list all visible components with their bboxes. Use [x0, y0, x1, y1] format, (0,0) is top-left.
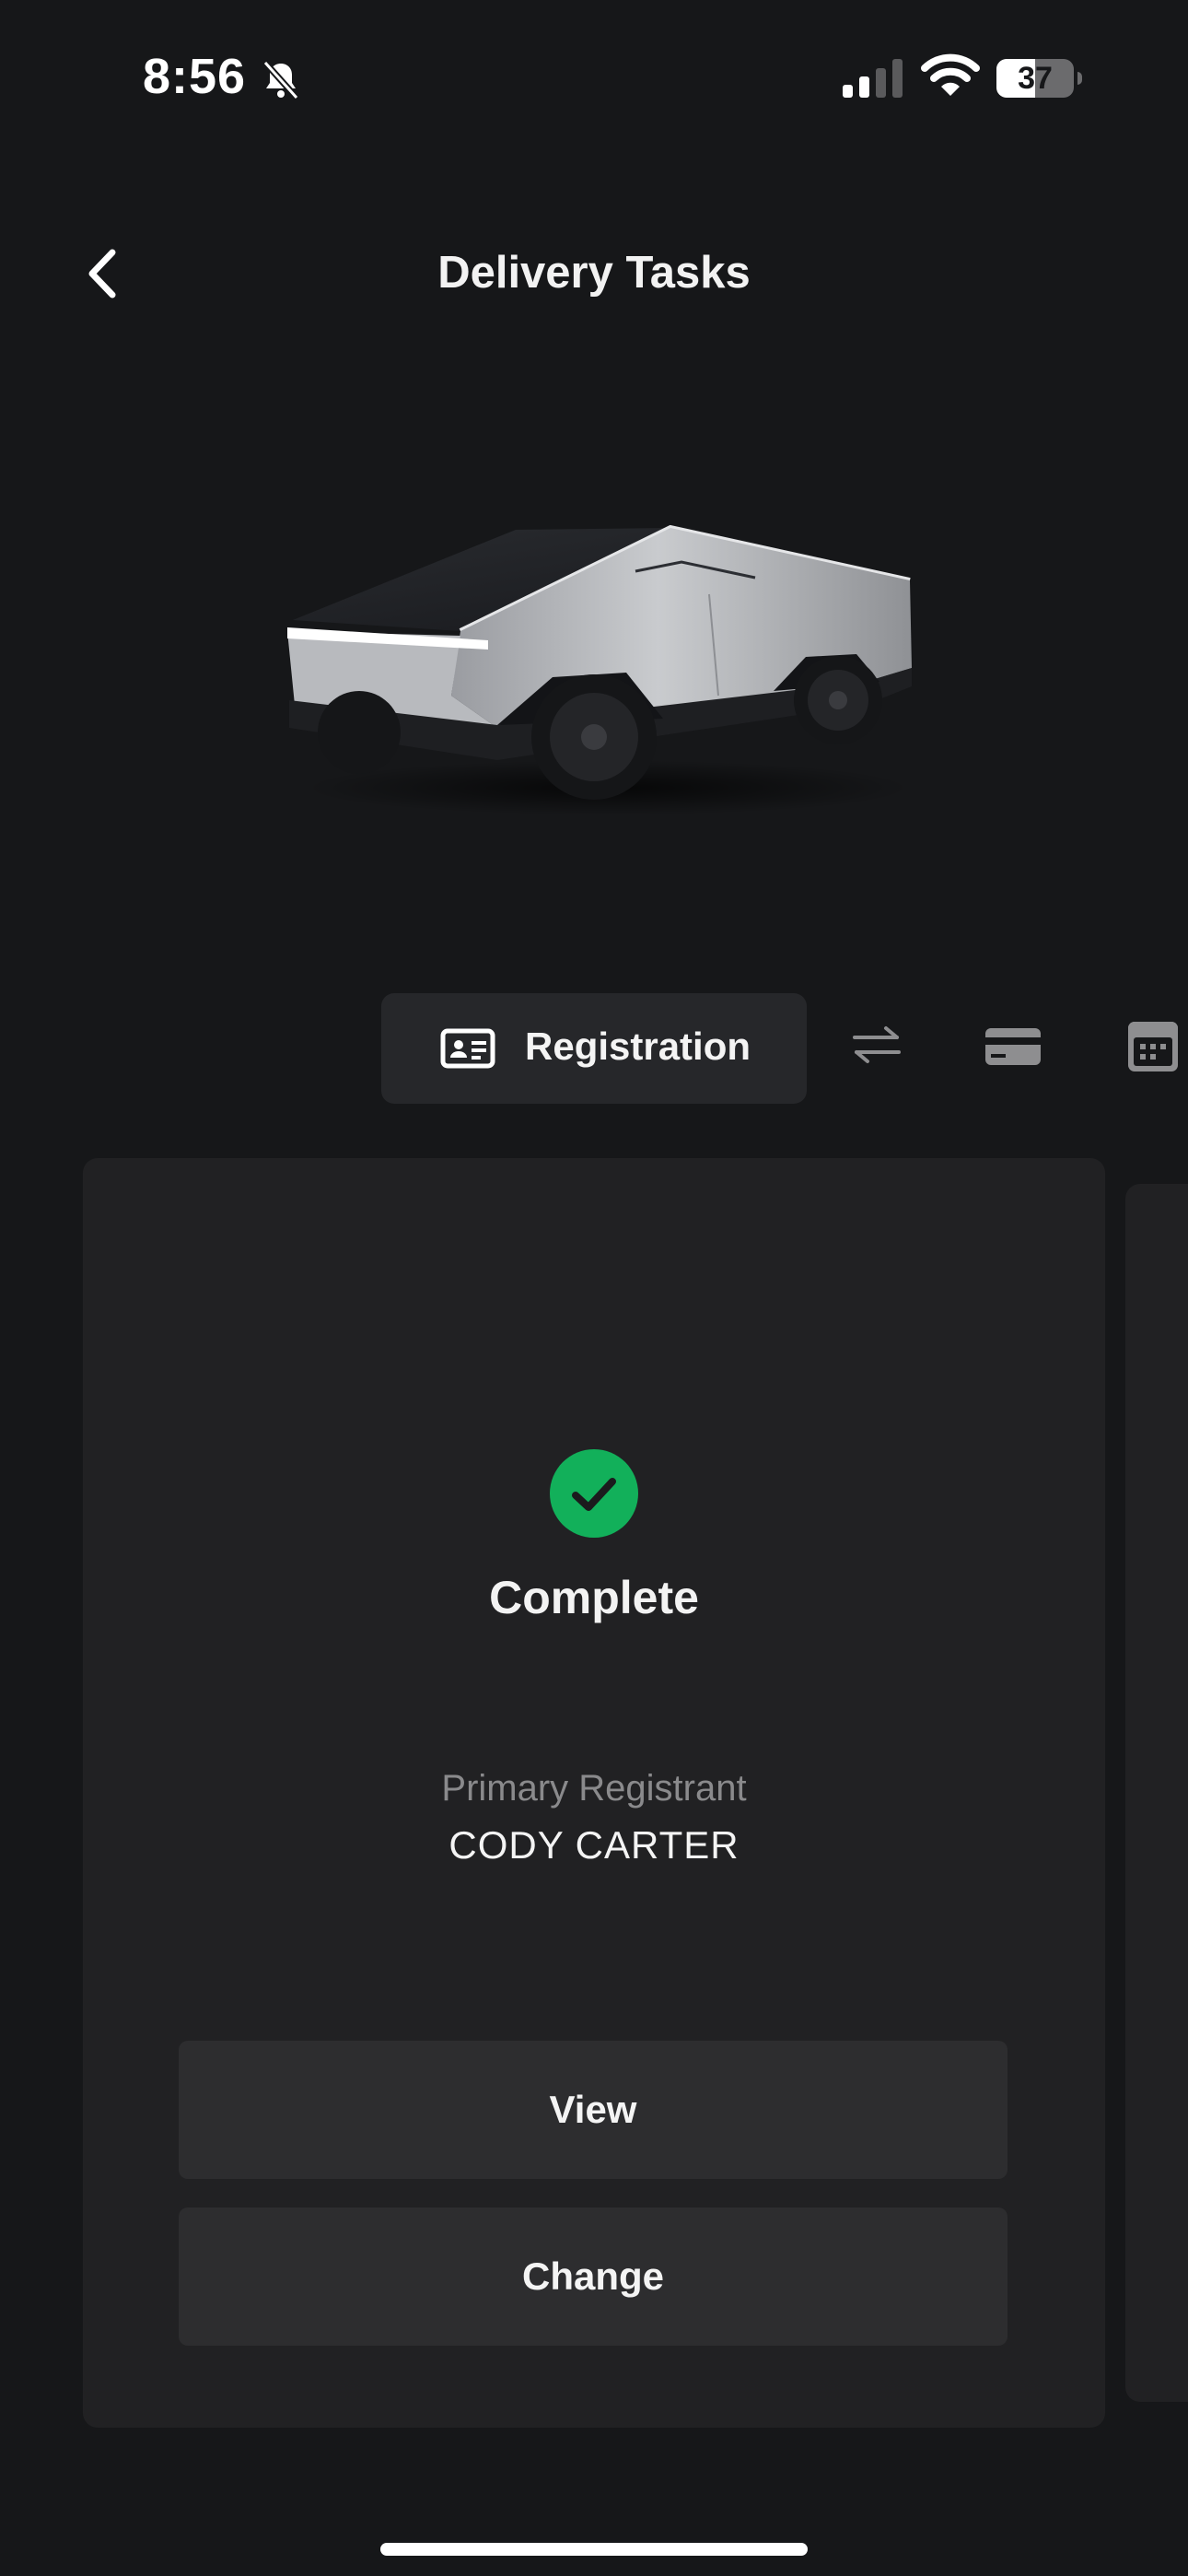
tab-registration[interactable]: Registration	[381, 993, 807, 1104]
signal-icon	[843, 59, 903, 98]
check-circle-icon	[550, 1449, 638, 1538]
status-label: Complete	[489, 1572, 699, 1623]
credit-card-icon[interactable]	[984, 1026, 1042, 1067]
home-indicator[interactable]	[380, 2543, 808, 2556]
wifi-icon	[921, 53, 980, 96]
tab-registration-label: Registration	[525, 1025, 751, 1068]
registration-card: Complete Primary Registrant CODY CARTER …	[83, 1158, 1105, 2428]
page-title: Delivery Tasks	[437, 248, 751, 298]
delivery-tasks-screen: 8:56 37 Delivery Tasks Registration Comp…	[0, 0, 1188, 2576]
next-task-card[interactable]	[1125, 1184, 1188, 2402]
registrant-name: CODY CARTER	[448, 1823, 740, 1867]
bell-slash-icon	[262, 60, 299, 100]
battery-level: 37	[1018, 61, 1053, 96]
change-button[interactable]: Change	[179, 2207, 1007, 2346]
vehicle-image	[287, 524, 912, 815]
registrant-caption: Primary Registrant	[441, 1768, 747, 1809]
view-button[interactable]: View	[179, 2041, 1007, 2179]
status-time: 8:56	[143, 49, 247, 104]
id-card-icon	[440, 1028, 495, 1069]
calendar-icon[interactable]	[1125, 1019, 1181, 1074]
transfer-arrows-icon[interactable]	[851, 1025, 903, 1065]
